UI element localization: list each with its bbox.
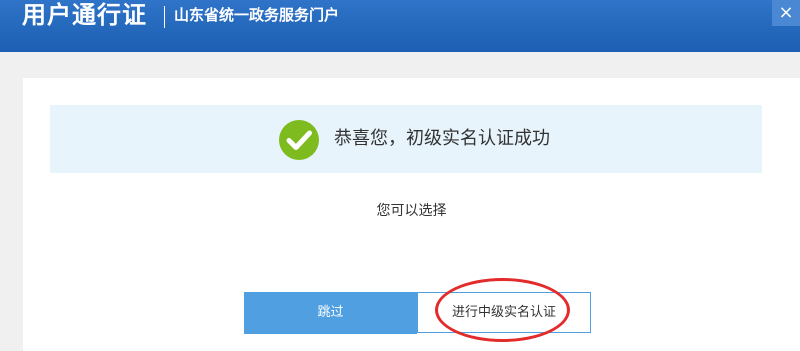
intermediate-verification-button[interactable]: 进行中级实名认证 <box>417 292 591 333</box>
skip-button[interactable]: 跳过 <box>244 292 417 334</box>
check-circle-icon <box>279 120 319 160</box>
close-button[interactable]: × <box>772 0 800 26</box>
success-message: 恭喜您，初级实名认证成功 <box>334 128 550 149</box>
content-panel: 恭喜您，初级实名认证成功 您可以选择 跳过 进行中级实名认证 <box>23 78 800 351</box>
brand-divider <box>164 6 165 28</box>
brand-title: 用户通行证 <box>22 1 147 29</box>
success-banner: 恭喜您，初级实名认证成功 <box>50 105 762 173</box>
brand-subtitle: 山东省统一政务服务门户 <box>174 6 340 24</box>
choose-prompt: 您可以选择 <box>376 203 447 219</box>
portal-header: 用户通行证 山东省统一政务服务门户 × <box>0 0 800 52</box>
close-icon: × <box>778 2 794 23</box>
